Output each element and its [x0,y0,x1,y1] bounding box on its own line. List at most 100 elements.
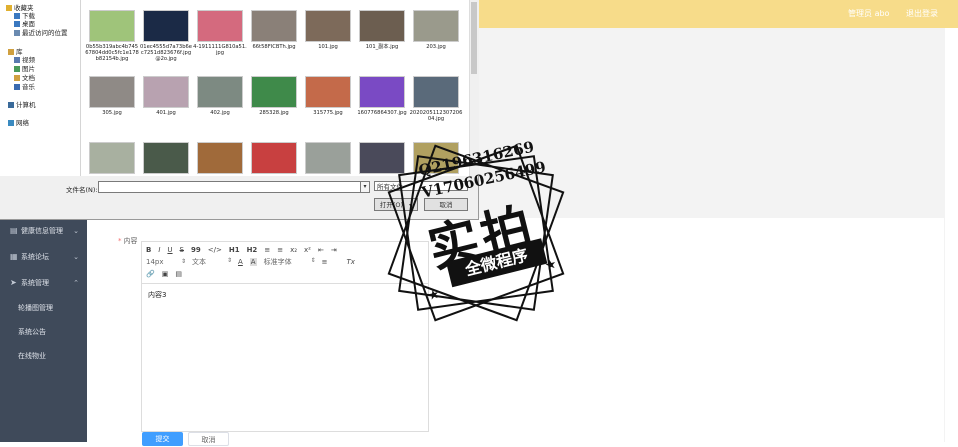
font-family-select[interactable]: 标准字体 ⇕ [264,257,316,267]
file-item[interactable]: 203.jpg [409,10,463,50]
file-item[interactable]: 285328.jpg [247,76,301,116]
file-item[interactable]: 202020511230720604.jpg [409,76,463,122]
file-name: 402.jpg [210,110,230,116]
open-button[interactable]: 打开(O) ▾ [374,198,418,211]
file-name: 315775.jpg [313,110,343,116]
h2-button[interactable]: H2 [247,246,258,254]
sidebar-item-label: 系统论坛 [21,253,49,261]
file-name: 203.jpg [426,44,446,50]
align-button[interactable]: ≡ [322,258,328,266]
nav-item-3[interactable]: 最近访问的位置 [14,27,68,37]
h1-button[interactable]: H1 [229,246,240,254]
file-thumbnail [143,142,189,174]
video-icon[interactable]: ▤ [175,270,182,278]
file-thumbnail [143,10,189,42]
outdent-button[interactable]: ⇤ [318,246,324,254]
sidebar-item-health[interactable]: ▤ 健康信息管理 ⌄ [0,218,87,244]
font-size-select[interactable]: 14px ⇕ [146,258,186,266]
background-color-button[interactable]: A [249,258,257,266]
nav-item-label: 最近访问的位置 [22,29,68,37]
file-item[interactable] [193,142,247,176]
file-item[interactable]: 402.jpg [193,76,247,116]
toolbar-row: 14px ⇕ 文本 ⇕ A A 标准字体 ⇕ ≡ Tx [146,256,424,268]
sidebar-subitem-property[interactable]: 在线物业 [0,344,87,368]
dialog-file-pane: 0b55b319abc4b74567804dd0c5fc1e178b82154b… [81,0,469,176]
file-item[interactable] [355,142,409,176]
file-thumbnail [251,142,297,174]
scrollbar-thumb[interactable] [471,2,477,74]
file-item[interactable]: 01ec4555d7a73b6ec7251d823676f.jpg@2o.jpg [139,10,193,62]
bold-button[interactable]: B [146,246,151,254]
sidebar-item-forum[interactable]: ▦ 系统论坛 ⌄ [0,244,87,270]
ordered-list-button[interactable]: ≡ [264,246,270,254]
select-arrow-icon: ⇕ [310,257,316,264]
font-color-button[interactable]: A [238,258,243,266]
logout-link[interactable]: 退出登录 [906,9,938,18]
file-item[interactable] [85,142,139,176]
chevron-down-icon: ▾ [409,202,413,209]
file-name: 285328.jpg [259,110,289,116]
rich-text-editor: B I U S 99 </> H1 H2 ≡ ≡ x₂ x² ⇤ ⇥ 14px ⇕… [141,241,429,432]
file-item[interactable]: 0b55b319abc4b74567804dd0c5fc1e178b82154b… [85,10,139,62]
bullet-list-button[interactable]: ≡ [277,246,283,254]
music-icon [14,84,20,90]
required-mark: * [118,237,122,245]
superscript-button[interactable]: x² [304,246,311,254]
file-name: 401.jpg [156,110,176,116]
file-item[interactable] [301,142,355,176]
editor-content[interactable]: 内容3 [142,284,428,306]
code-button[interactable]: </> [208,246,222,254]
filename-input[interactable] [98,181,362,193]
file-name: 101_副本.jpg [365,44,399,50]
file-item[interactable]: 401.jpg [139,76,193,116]
subscript-button[interactable]: x₂ [290,246,297,254]
file-thumbnail [197,10,243,42]
file-thumbnail [305,10,351,42]
sidebar: ▤ 健康信息管理 ⌄ ▦ 系统论坛 ⌄ ➤ 系统管理 ⌃ 轮播图管理 系统公告 在线物… [0,218,87,442]
list-icon: ▤ [10,226,18,235]
nav-item-9[interactable]: 计算机 [8,99,36,109]
file-name: 0b55b319abc4b74567804dd0c5fc1e178b82154b… [85,44,139,62]
underline-button[interactable]: U [167,246,172,254]
clear-format-button[interactable]: Tx [346,258,354,266]
nav-item-10[interactable]: 网络 [8,117,29,127]
strike-button[interactable]: S [180,246,184,254]
admin-link[interactable]: 管理员 abo [848,9,889,18]
network-icon [8,120,14,126]
filename-dropdown-icon[interactable]: ▾ [360,181,370,193]
file-item[interactable]: 160776864307.jpg [355,76,409,116]
filetype-value: 所有文件 [377,183,403,191]
italic-button[interactable]: I [158,246,160,254]
file-thumbnail [251,10,297,42]
image-icon[interactable]: ▣ [162,270,169,278]
toolbar-row: B I U S 99 </> H1 H2 ≡ ≡ x₂ x² ⇤ ⇥ [146,244,424,256]
chat-icon: ▦ [10,252,18,261]
file-item[interactable] [139,142,193,176]
link-icon[interactable]: 🔗 [146,270,155,278]
file-thumbnail [89,142,135,174]
submit-button[interactable]: 提交 [142,432,183,446]
file-name: 4-1911111G810a51.jpg [193,44,247,56]
file-thumbnail [251,76,297,108]
editor-toolbar: B I U S 99 </> H1 H2 ≡ ≡ x₂ x² ⇤ ⇥ 14px ⇕… [142,242,428,284]
sidebar-item-system[interactable]: ➤ 系统管理 ⌃ [0,270,87,296]
sidebar-item-label: 健康信息管理 [21,227,63,235]
font-size-value: 14px [146,258,164,266]
quote-button[interactable]: 99 [191,246,201,254]
file-item[interactable]: 101_副本.jpg [355,10,409,50]
nav-item-8[interactable]: 音乐 [14,81,35,91]
file-thumbnail [413,10,459,42]
indent-button[interactable]: ⇥ [331,246,337,254]
sidebar-subitem-notice[interactable]: 系统公告 [0,320,87,344]
file-thumbnail [89,76,135,108]
sidebar-subitem-carousel[interactable]: 轮播图管理 [0,296,87,320]
cancel-button[interactable]: 取消 [188,432,229,446]
file-item[interactable]: 4-1911111G810a51.jpg [193,10,247,56]
file-item[interactable]: 315775.jpg [301,76,355,116]
file-item[interactable]: 305.jpg [85,76,139,116]
file-item[interactable]: 66t58FICBTh.jpg [247,10,301,50]
file-item[interactable]: 101.jpg [301,10,355,50]
text-type-select[interactable]: 文本 ⇕ [192,257,232,267]
file-item[interactable] [247,142,301,176]
sidebar-item-label: 系统管理 [21,279,49,287]
